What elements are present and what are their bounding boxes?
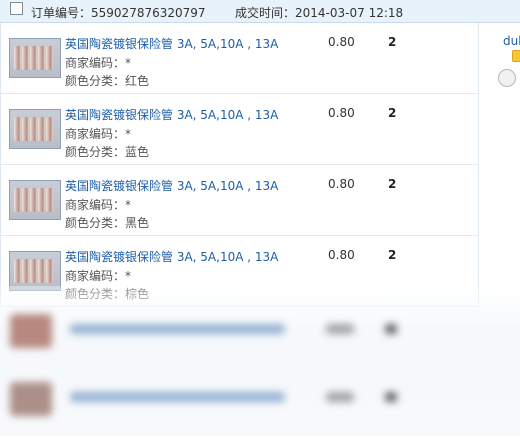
blurred-row [0, 306, 520, 372]
product-thumbnail[interactable] [9, 251, 61, 291]
color-category: 颜色分类：黑色 [65, 216, 150, 230]
product-title-link[interactable]: 英国陶瓷镀银保险管 3A, 5A,10A , 13A [65, 35, 278, 52]
unit-price: 0.80 [328, 35, 355, 49]
product-thumbnail[interactable] [9, 180, 61, 220]
seller-column: duk [478, 23, 520, 303]
quantity: 2 [388, 106, 397, 120]
unit-price: 0.80 [328, 248, 355, 262]
unit-price: 0.80 [328, 177, 355, 191]
product-thumbnail[interactable] [9, 38, 61, 78]
merchant-code: 商家编码：* [65, 56, 132, 70]
color-category: 颜色分类：红色 [65, 74, 150, 88]
product-title-link[interactable]: 英国陶瓷镀银保险管 3A, 5A,10A , 13A [65, 106, 278, 123]
deal-time-label: 成交时间： [235, 6, 296, 20]
product-title-link[interactable]: 英国陶瓷镀银保险管 3A, 5A,10A , 13A [65, 177, 278, 194]
blurred-region [0, 286, 520, 436]
deal-time-value: 2014-03-07 12:18 [295, 6, 404, 20]
wangwang-icon[interactable] [512, 50, 520, 62]
product-title-link[interactable]: 英国陶瓷镀银保险管 3A, 5A,10A , 13A [65, 248, 278, 265]
merchant-code: 商家编码：* [65, 127, 132, 141]
quantity: 2 [388, 177, 397, 191]
unit-price: 0.80 [328, 106, 355, 120]
order-number-value: 559027876320797 [91, 6, 206, 20]
order-item-row: 英国陶瓷镀银保险管 3A, 5A,10A , 13A 商家编码：* 颜色分类：黑… [0, 165, 478, 236]
order-item-row: 英国陶瓷镀银保险管 3A, 5A,10A , 13A 商家编码：* 颜色分类：蓝… [0, 94, 478, 165]
order-select-checkbox[interactable] [10, 2, 23, 15]
order-item-row: 英国陶瓷镀银保险管 3A, 5A,10A , 13A 商家编码：* 颜色分类：红… [0, 23, 478, 94]
blurred-row [0, 374, 520, 440]
order-number-text: 订单编号：559027876320797 [31, 4, 206, 21]
seller-name-link[interactable]: duk [503, 34, 520, 48]
order-items-list: 英国陶瓷镀银保险管 3A, 5A,10A , 13A 商家编码：* 颜色分类：红… [0, 23, 478, 307]
quantity: 2 [388, 248, 397, 262]
merchant-code: 商家编码：* [65, 198, 132, 212]
deal-time-text: 成交时间：2014-03-07 12:18 [235, 4, 403, 21]
chat-icon[interactable] [498, 69, 516, 87]
merchant-code: 商家编码：* [65, 269, 132, 283]
quantity: 2 [388, 35, 397, 49]
product-thumbnail[interactable] [9, 109, 61, 149]
color-category: 颜色分类：蓝色 [65, 145, 150, 159]
order-header: 订单编号：559027876320797 成交时间：2014-03-07 12:… [0, 0, 520, 23]
order-number-label: 订单编号： [31, 6, 92, 20]
